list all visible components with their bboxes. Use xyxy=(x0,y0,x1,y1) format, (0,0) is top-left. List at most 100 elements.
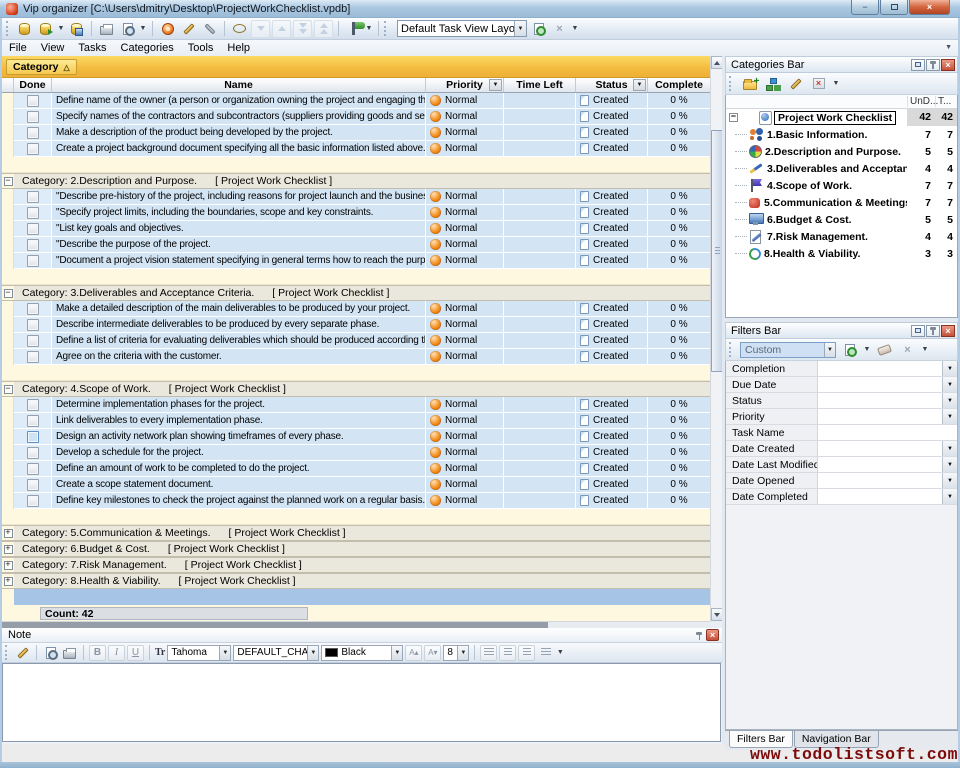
open-database-button[interactable] xyxy=(36,20,55,38)
filter-row[interactable]: Due Date ▼ xyxy=(726,377,957,393)
apply-filter-button[interactable] xyxy=(840,341,859,359)
filter-value-cell[interactable] xyxy=(818,361,942,376)
done-checkbox[interactable] xyxy=(27,335,39,347)
category-group-row[interactable]: − Category: 4.Scope of Work. [ Project W… xyxy=(2,381,710,397)
filter-dropdown-button[interactable]: ▼ xyxy=(942,361,957,376)
print-preview-dropdown[interactable]: ▼ xyxy=(139,25,147,32)
note-toolbar-grip[interactable] xyxy=(5,645,9,660)
filter-value-cell[interactable] xyxy=(818,473,942,488)
column-header-priority[interactable]: Priority▼ xyxy=(426,78,504,92)
table-row[interactable]: Agree on the criteria with the customer.… xyxy=(2,349,710,365)
group-by-category-chip[interactable]: Category △ xyxy=(6,59,77,75)
note-pin-icon[interactable] xyxy=(695,631,704,640)
tree-item[interactable]: 5.Communication & Meetings. 7 7 xyxy=(726,194,957,211)
table-row[interactable]: Define name of the owner (a person or or… xyxy=(2,93,710,109)
edit-task-button[interactable] xyxy=(179,20,198,38)
done-checkbox[interactable] xyxy=(27,431,39,443)
maximize-button[interactable] xyxy=(880,0,908,15)
done-checkbox[interactable] xyxy=(27,303,39,315)
apply-filter-dropdown[interactable]: ▼ xyxy=(863,346,871,353)
align-left-button[interactable] xyxy=(480,645,497,661)
table-row[interactable]: "Specify project limits, including the b… xyxy=(2,205,710,221)
table-row[interactable]: "Document a project vision statement spe… xyxy=(2,253,710,269)
table-row[interactable]: Design an activity network plan showing … xyxy=(2,429,710,445)
tree-item[interactable]: 6.Budget & Cost. 5 5 xyxy=(726,211,957,228)
categories-pin-button[interactable] xyxy=(926,59,940,71)
done-checkbox[interactable] xyxy=(27,399,39,411)
apply-view-button[interactable] xyxy=(529,20,548,38)
categories-toolbar-overflow[interactable]: ▼ xyxy=(832,80,840,87)
table-row[interactable]: "Describe the purpose of the project. No… xyxy=(2,237,710,253)
done-checkbox[interactable] xyxy=(27,239,39,251)
expand-collapse-icon[interactable]: − xyxy=(4,289,13,298)
expand-collapse-icon[interactable]: + xyxy=(4,545,13,554)
filter-dropdown-button[interactable]: ▼ xyxy=(942,473,957,488)
tree-item-root[interactable]: − Project Work Checklist 42 42 xyxy=(726,109,957,126)
filter-dropdown-button[interactable]: ▼ xyxy=(942,457,957,472)
close-button[interactable]: × xyxy=(909,0,950,15)
column-header-name[interactable]: Name xyxy=(52,78,426,92)
menu-view[interactable]: View xyxy=(34,41,72,55)
done-checkbox[interactable] xyxy=(27,143,39,155)
preview-note-button[interactable] xyxy=(42,645,59,661)
expand-collapse-icon[interactable]: − xyxy=(4,385,13,394)
filter-row[interactable]: Completion ▼ xyxy=(726,361,957,377)
column-header-done[interactable]: Done xyxy=(14,78,52,92)
filters-maximize-button[interactable] xyxy=(911,325,925,337)
selected-empty-row[interactable] xyxy=(2,589,710,605)
table-row[interactable]: Determine implementation phases for the … xyxy=(2,397,710,413)
done-checkbox[interactable] xyxy=(27,447,39,459)
task-view-layout-dropdown[interactable]: ▼ xyxy=(514,21,526,36)
move-down-button[interactable] xyxy=(251,20,270,38)
filter-row[interactable]: Priority ▼ xyxy=(726,409,957,425)
filter-row[interactable]: Date Last Modified ▼ xyxy=(726,457,957,473)
done-checkbox[interactable] xyxy=(27,415,39,427)
delete-category-button[interactable]: × xyxy=(809,75,828,93)
filter-dropdown-button[interactable]: ▼ xyxy=(942,409,957,424)
task-options-button[interactable] xyxy=(200,20,219,38)
note-close-button[interactable]: × xyxy=(706,629,719,641)
filter-preset-dropdown[interactable]: ▼ xyxy=(824,343,835,357)
new-database-button[interactable] xyxy=(15,20,34,38)
vertical-scrollbar[interactable] xyxy=(710,56,722,621)
font-name-combo[interactable]: Tahoma ▼ xyxy=(167,645,231,661)
filter-dropdown-button[interactable]: ▼ xyxy=(942,393,957,408)
view-tasks-button[interactable] xyxy=(230,20,249,38)
new-subcategory-button[interactable] xyxy=(763,75,782,93)
filter-dropdown-button[interactable]: ▼ xyxy=(942,441,957,456)
task-view-layout-combo[interactable]: Default Task View Layout ▼ xyxy=(397,20,527,37)
table-row[interactable]: "List key goals and objectives. Normal C… xyxy=(2,221,710,237)
move-to-bottom-button[interactable] xyxy=(293,20,312,38)
table-row[interactable]: Create a project background document spe… xyxy=(2,141,710,157)
erase-filter-button[interactable] xyxy=(875,341,894,359)
italic-button[interactable]: I xyxy=(108,645,125,661)
tree-collapse-icon[interactable]: − xyxy=(729,113,738,122)
save-database-button[interactable] xyxy=(67,20,86,38)
filter-value-cell[interactable] xyxy=(818,393,942,408)
categories-toolbar-grip[interactable] xyxy=(729,76,733,91)
done-checkbox[interactable] xyxy=(27,111,39,123)
table-row[interactable]: Define an amount of work to be completed… xyxy=(2,461,710,477)
font-color-dropdown[interactable]: ▼ xyxy=(391,646,402,660)
open-database-dropdown[interactable]: ▼ xyxy=(57,25,65,32)
edit-category-button[interactable] xyxy=(786,75,805,93)
table-row[interactable]: Create a scope statement document. Norma… xyxy=(2,477,710,493)
char-style-combo[interactable]: DEFAULT_CHAR ▼ xyxy=(233,645,319,661)
done-checkbox[interactable] xyxy=(27,319,39,331)
new-task-button[interactable] xyxy=(158,20,177,38)
toolbar-grip[interactable] xyxy=(6,21,10,36)
done-checkbox[interactable] xyxy=(27,95,39,107)
font-size-dropdown[interactable]: ▼ xyxy=(457,646,468,660)
toolbar-grip[interactable] xyxy=(384,21,388,36)
filters-toolbar-grip[interactable] xyxy=(729,342,733,357)
print-preview-button[interactable] xyxy=(118,20,137,38)
table-row[interactable]: Specify names of the contractors and sub… xyxy=(2,109,710,125)
categories-close-button[interactable]: × xyxy=(941,59,955,71)
tree-column-total[interactable]: T... xyxy=(935,96,957,107)
table-row[interactable]: Describe intermediate deliverables to be… xyxy=(2,317,710,333)
done-checkbox[interactable] xyxy=(27,207,39,219)
clear-view-button[interactable]: × xyxy=(550,20,569,38)
filter-dropdown-button[interactable]: ▼ xyxy=(942,377,957,392)
sign-note-button[interactable] xyxy=(14,645,31,661)
filter-value-cell[interactable] xyxy=(818,409,942,424)
